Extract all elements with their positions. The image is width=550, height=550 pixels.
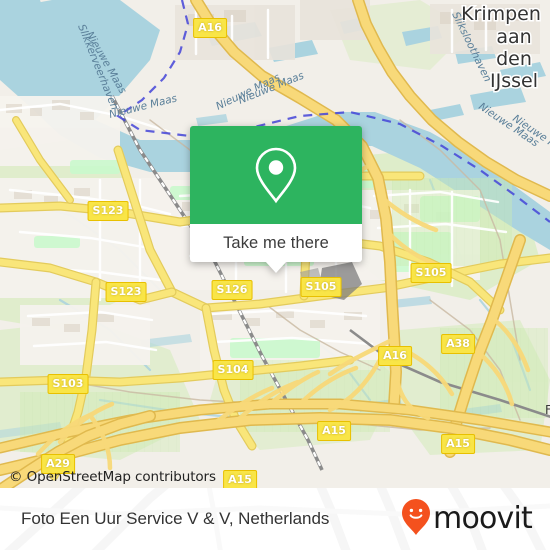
road-shield: A16	[378, 346, 412, 366]
svg-text:F: F	[545, 403, 550, 417]
moovit-pin-smiley-icon	[401, 498, 431, 541]
popup-pointer-tail	[265, 261, 287, 273]
popup-action-bar[interactable]: Take me there	[190, 224, 362, 262]
road-shield: S104	[212, 360, 254, 380]
road-shield: S123	[87, 201, 129, 221]
svg-text:Krimpen: Krimpen	[461, 3, 541, 25]
road-shield: S105	[410, 263, 452, 283]
road-shield: S105	[300, 277, 342, 297]
road-shield: A15	[441, 434, 475, 454]
take-me-there-popup[interactable]: Take me there	[190, 126, 362, 273]
road-shield: S123	[105, 282, 147, 302]
popup-image-panel	[190, 126, 362, 224]
road-shield: S126	[211, 280, 253, 300]
moovit-logo[interactable]: moovit	[401, 498, 533, 541]
page-footer: Foto Een Uur Service V & V, Netherlands …	[0, 488, 550, 550]
road-shield: A15	[317, 421, 351, 441]
road-shield: A15	[223, 470, 257, 488]
svg-text:den: den	[496, 48, 532, 70]
svg-text:aan: aan	[496, 26, 531, 48]
map-pin-icon	[253, 146, 299, 204]
road-shield: S103	[47, 374, 89, 394]
road-shield: A16	[193, 18, 227, 38]
svg-text:IJssel: IJssel	[490, 70, 538, 92]
take-me-there-label: Take me there	[223, 233, 329, 252]
moovit-wordmark: moovit	[433, 501, 533, 536]
road-shield: A38	[441, 334, 475, 354]
map-page: .w { fill:#aad3df; } .g { fill:#cdebb0; …	[0, 0, 550, 550]
map-canvas[interactable]: .w { fill:#aad3df; } .g { fill:#cdebb0; …	[0, 0, 550, 488]
map-attribution: © OpenStreetMap contributors	[9, 469, 216, 485]
place-title: Foto Een Uur Service V & V, Netherlands	[21, 509, 330, 528]
